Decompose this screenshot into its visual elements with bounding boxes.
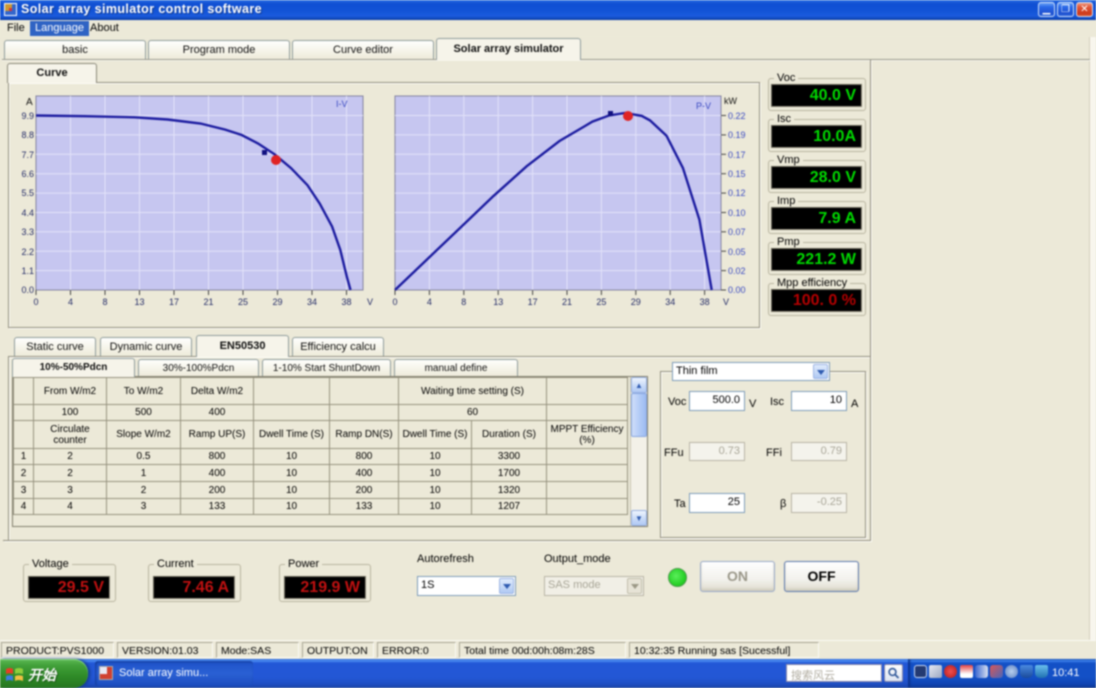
svg-text:4: 4 (68, 297, 73, 307)
svg-text:9.9: 9.9 (21, 111, 34, 121)
svg-text:25: 25 (238, 297, 248, 307)
svg-text:0.05: 0.05 (728, 247, 746, 257)
svg-text:0.02: 0.02 (728, 266, 746, 276)
svg-text:kW: kW (724, 96, 738, 106)
svg-text:38: 38 (341, 297, 351, 307)
svg-text:0.19: 0.19 (728, 130, 746, 140)
svg-text:0.15: 0.15 (728, 169, 746, 179)
svg-text:21: 21 (203, 297, 213, 307)
svg-text:5.5: 5.5 (21, 188, 34, 198)
svg-text:34: 34 (665, 297, 675, 307)
svg-text:I-V: I-V (336, 99, 348, 109)
svg-text:0.07: 0.07 (728, 227, 746, 237)
svg-text:P-V: P-V (696, 101, 711, 111)
svg-text:0: 0 (392, 297, 397, 307)
svg-text:38: 38 (700, 297, 710, 307)
svg-text:0.22: 0.22 (728, 111, 746, 121)
svg-text:34: 34 (307, 297, 317, 307)
svg-text:17: 17 (169, 297, 179, 307)
svg-text:8.8: 8.8 (21, 130, 34, 140)
svg-text:29: 29 (272, 297, 282, 307)
svg-text:V: V (367, 297, 373, 307)
svg-text:4.4: 4.4 (21, 208, 34, 218)
svg-text:4: 4 (427, 297, 432, 307)
svg-text:17: 17 (528, 297, 538, 307)
svg-text:8: 8 (461, 297, 466, 307)
svg-text:2.2: 2.2 (21, 247, 34, 257)
svg-text:V: V (723, 297, 729, 307)
svg-text:25: 25 (596, 297, 606, 307)
svg-text:3.3: 3.3 (21, 227, 34, 237)
svg-text:7.7: 7.7 (21, 150, 34, 160)
svg-text:0.10: 0.10 (728, 208, 746, 218)
svg-text:A: A (26, 97, 33, 108)
svg-text:0.17: 0.17 (728, 150, 746, 160)
svg-text:21: 21 (562, 297, 572, 307)
svg-text:0: 0 (33, 297, 38, 307)
svg-text:1.1: 1.1 (21, 266, 34, 276)
svg-text:0.12: 0.12 (728, 188, 746, 198)
svg-text:13: 13 (134, 297, 144, 307)
svg-text:13: 13 (493, 297, 503, 307)
svg-text:0.00: 0.00 (728, 285, 746, 295)
svg-text:29: 29 (631, 297, 641, 307)
svg-text:0.0: 0.0 (21, 285, 34, 295)
svg-text:8: 8 (102, 297, 107, 307)
svg-text:6.6: 6.6 (21, 169, 34, 179)
